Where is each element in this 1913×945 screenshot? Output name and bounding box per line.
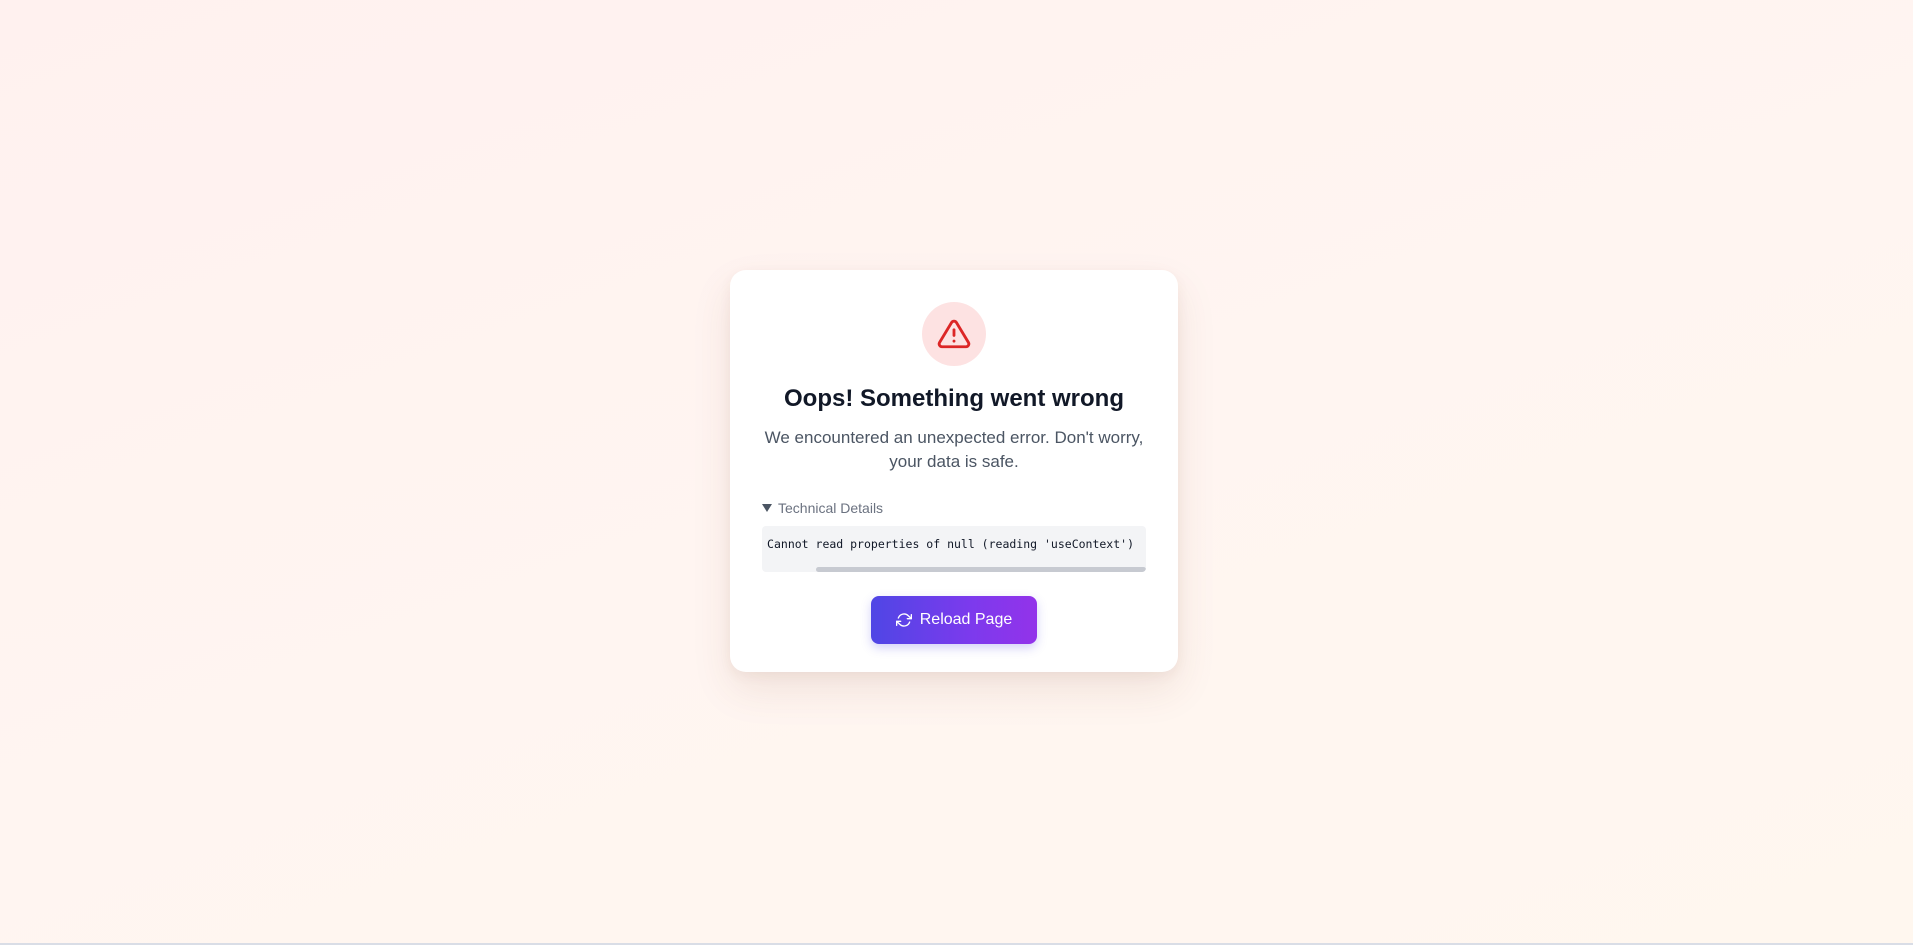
error-page: { "error": { "title": "Oops! Something w…: [0, 0, 1913, 945]
technical-details: Technical Details TypeError: Cannot read…: [762, 500, 1146, 572]
error-card: Oops! Something went wrong We encountere…: [730, 270, 1178, 672]
error-message-line1: We encountered an unexpected error. Don'…: [764, 428, 1144, 447]
technical-details-toggle[interactable]: Technical Details: [762, 500, 1146, 516]
error-title: Oops! Something went wrong: [784, 385, 1124, 412]
error-code-text: TypeError: Cannot read properties of nul…: [762, 537, 1134, 551]
refresh-icon: [895, 613, 912, 627]
error-code-block[interactable]: TypeError: Cannot read properties of nul…: [762, 526, 1146, 572]
horizontal-scrollbar[interactable]: [762, 566, 1146, 572]
error-message: We encountered an unexpected error. Don'…: [762, 426, 1146, 474]
alert-triangle-icon: [937, 319, 971, 349]
scrollbar-thumb[interactable]: [816, 567, 1146, 572]
reload-page-button[interactable]: Reload Page: [871, 596, 1037, 644]
disclosure-triangle-icon: [762, 504, 772, 512]
action-row: Reload Page: [762, 596, 1146, 644]
reload-page-label: Reload Page: [919, 611, 1013, 628]
technical-details-label: Technical Details: [778, 500, 884, 516]
error-icon-badge: [922, 302, 986, 366]
error-message-line2: your data is safe.: [889, 452, 1019, 471]
